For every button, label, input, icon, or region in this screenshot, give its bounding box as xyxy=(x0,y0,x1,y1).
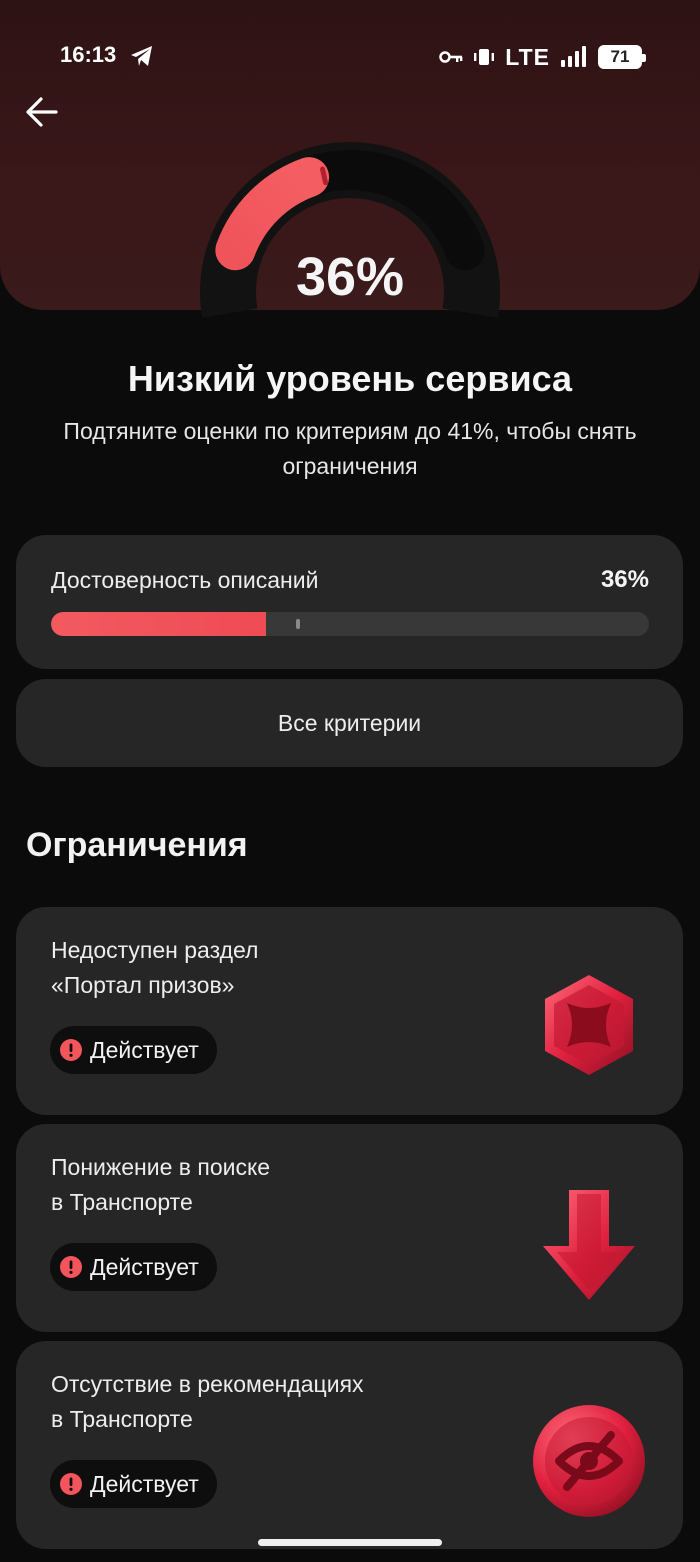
restriction-line1: Понижение в поиске xyxy=(51,1154,271,1180)
status-badge: Действует xyxy=(50,1243,217,1291)
restriction-text: Недоступен раздел «Портал призов» xyxy=(51,933,491,1003)
restrictions-heading: Ограничения xyxy=(26,826,248,864)
restriction-text: Понижение в поиске в Транспорте xyxy=(51,1150,491,1220)
status-badge-text: Действует xyxy=(90,1253,199,1280)
criterion-card[interactable]: Достоверность описаний 36% xyxy=(16,535,683,669)
restriction-line1: Недоступен раздел xyxy=(51,937,259,963)
criterion-value: 36% xyxy=(600,566,649,593)
arrow-down-icon xyxy=(543,1190,635,1300)
home-indicator xyxy=(258,1539,442,1546)
criterion-progress-fill xyxy=(51,612,267,636)
status-time: 16:13 xyxy=(60,42,117,67)
restriction-card-recommendations[interactable]: Отсутствие в рекомендациях в Транспорте … xyxy=(16,1341,683,1549)
telegram-icon xyxy=(131,46,152,66)
battery-indicator: 71 xyxy=(598,45,646,69)
restriction-card-prize-portal[interactable]: Недоступен раздел «Портал призов» Действ… xyxy=(16,907,683,1115)
back-arrow-icon[interactable] xyxy=(22,92,62,132)
all-criteria-label: Все критерии xyxy=(277,709,422,736)
restriction-text: Отсутствие в рекомендациях в Транспорте xyxy=(51,1367,491,1437)
status-badge-text: Действует xyxy=(90,1470,199,1497)
status-badge-text: Действует xyxy=(90,1036,199,1063)
restriction-card-search-lowering[interactable]: Понижение в поиске в Транспорте Действуе… xyxy=(16,1124,683,1332)
vpn-key-icon xyxy=(439,51,463,63)
criterion-target-marker xyxy=(296,619,301,629)
prize-portal-hexagon-icon xyxy=(545,975,633,1075)
restriction-line2: в Транспорте xyxy=(51,1189,193,1215)
signal-icon xyxy=(561,46,586,67)
status-badge: Действует xyxy=(50,1460,217,1508)
network-type: LTE xyxy=(505,43,550,70)
eye-off-icon xyxy=(533,1405,645,1517)
alert-icon xyxy=(60,1039,82,1061)
status-indicators: LTE 71 xyxy=(439,42,646,72)
alert-icon xyxy=(60,1473,82,1495)
gauge-percent-label: 36% xyxy=(295,247,405,307)
criterion-progress-track xyxy=(51,612,649,636)
restriction-line2: в Транспорте xyxy=(51,1406,193,1432)
service-level-title: Низкий уровень сервиса xyxy=(127,358,573,399)
service-level-subtitle: Подтяните оценки по критериям до 41%, чт… xyxy=(63,418,637,479)
criterion-name: Достоверность описаний xyxy=(51,567,319,593)
gauge-target-marker xyxy=(320,166,329,186)
status-badge: Действует xyxy=(50,1026,217,1074)
battery-level: 71 xyxy=(610,47,630,66)
status-bar: 16:13 LTE 71 xyxy=(0,0,700,110)
vibrate-icon xyxy=(474,49,495,65)
restriction-line2: «Портал призов» xyxy=(51,972,235,998)
restriction-line1: Отсутствие в рекомендациях xyxy=(51,1371,364,1397)
all-criteria-button[interactable]: Все критерии xyxy=(16,679,683,767)
alert-icon xyxy=(60,1256,82,1278)
